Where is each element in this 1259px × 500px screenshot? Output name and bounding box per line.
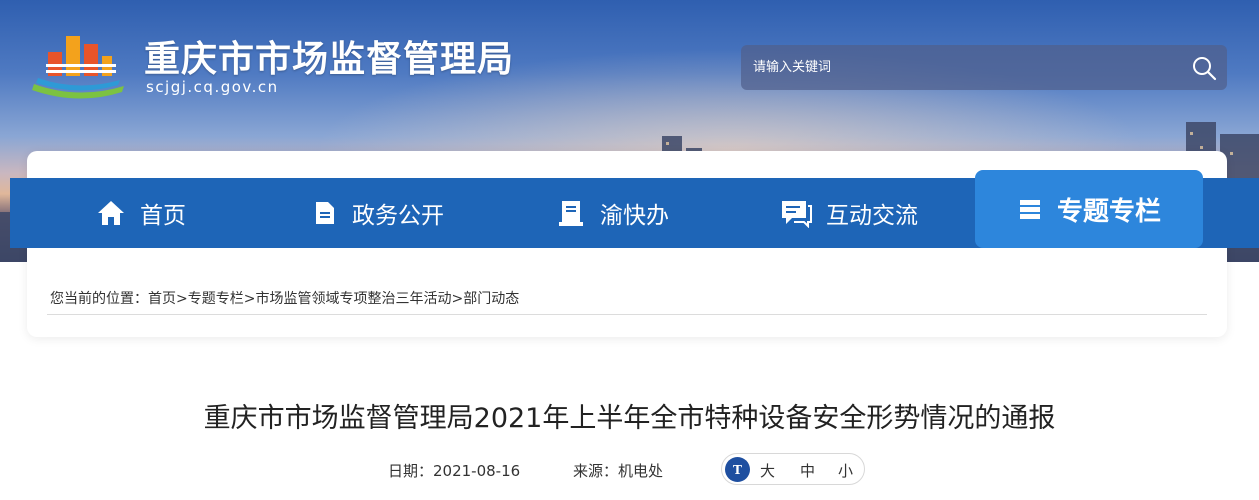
cq-scjgj-logo-icon [32, 36, 124, 99]
breadcrumb-prefix: 您当前的位置： [50, 291, 148, 307]
breadcrumb-item-campaign[interactable]: 市场监管领域专项整治三年活动 [255, 291, 451, 307]
stack-icon [1019, 200, 1040, 219]
nav-label: 首页 [140, 203, 186, 229]
site-title[interactable]: 重庆市市场监督管理局 [144, 30, 514, 82]
site-domain: scjgj.cq.gov.cn [146, 78, 279, 96]
font-size-small-button[interactable]: 小 [838, 460, 853, 481]
nav-item-home[interactable]: 首页 [96, 178, 186, 248]
breadcrumb-item-department-news[interactable]: 部门动态 [463, 291, 519, 307]
nav-item-government-affairs[interactable]: 政务公开 [312, 178, 444, 248]
breadcrumb-separator: > [176, 291, 188, 307]
article-title: 重庆市市场监督管理局2021年上半年全市特种设备安全形势情况的通报 [203, 403, 1056, 434]
breadcrumb: 您当前的位置：首页>专题专栏>市场监管领域专项整治三年活动>部门动态 [50, 288, 519, 308]
font-size-large-button[interactable]: 大 [760, 460, 775, 481]
nav-label: 专题专栏 [1056, 196, 1161, 227]
nav-item-yukuaiban[interactable]: 渝快办 [556, 178, 669, 248]
breadcrumb-divider [47, 314, 1207, 315]
document-icon [316, 202, 334, 224]
breadcrumb-separator: > [243, 291, 256, 307]
service-book-icon [559, 201, 583, 226]
search-bar [741, 45, 1227, 90]
breadcrumb-item-home[interactable]: 首页 [148, 291, 176, 307]
nav-label: 政务公开 [352, 203, 444, 229]
nav-item-interaction[interactable]: 互动交流 [780, 178, 918, 248]
font-size-medium-button[interactable]: 中 [800, 460, 815, 481]
nav-item-special-topics[interactable]: 专题专栏 [975, 170, 1203, 248]
search-icon[interactable] [1191, 55, 1217, 81]
font-size-icon: T [725, 457, 750, 482]
search-input[interactable] [753, 45, 1173, 90]
article-source: 来源：机电处 [573, 462, 664, 480]
nav-label: 渝快办 [600, 203, 669, 229]
nav-label: 互动交流 [826, 203, 918, 229]
article-date: 日期：2021-08-16 [388, 462, 521, 480]
main-nav: 首页 政务公开 渝快办 互动交流 专题专栏 [10, 170, 1259, 248]
font-size-control: T 大 中 小 [721, 453, 865, 485]
breadcrumb-separator: > [451, 291, 464, 307]
chat-icon [782, 201, 812, 228]
home-icon [98, 201, 124, 225]
breadcrumb-item-special-topics[interactable]: 专题专栏 [188, 291, 244, 307]
